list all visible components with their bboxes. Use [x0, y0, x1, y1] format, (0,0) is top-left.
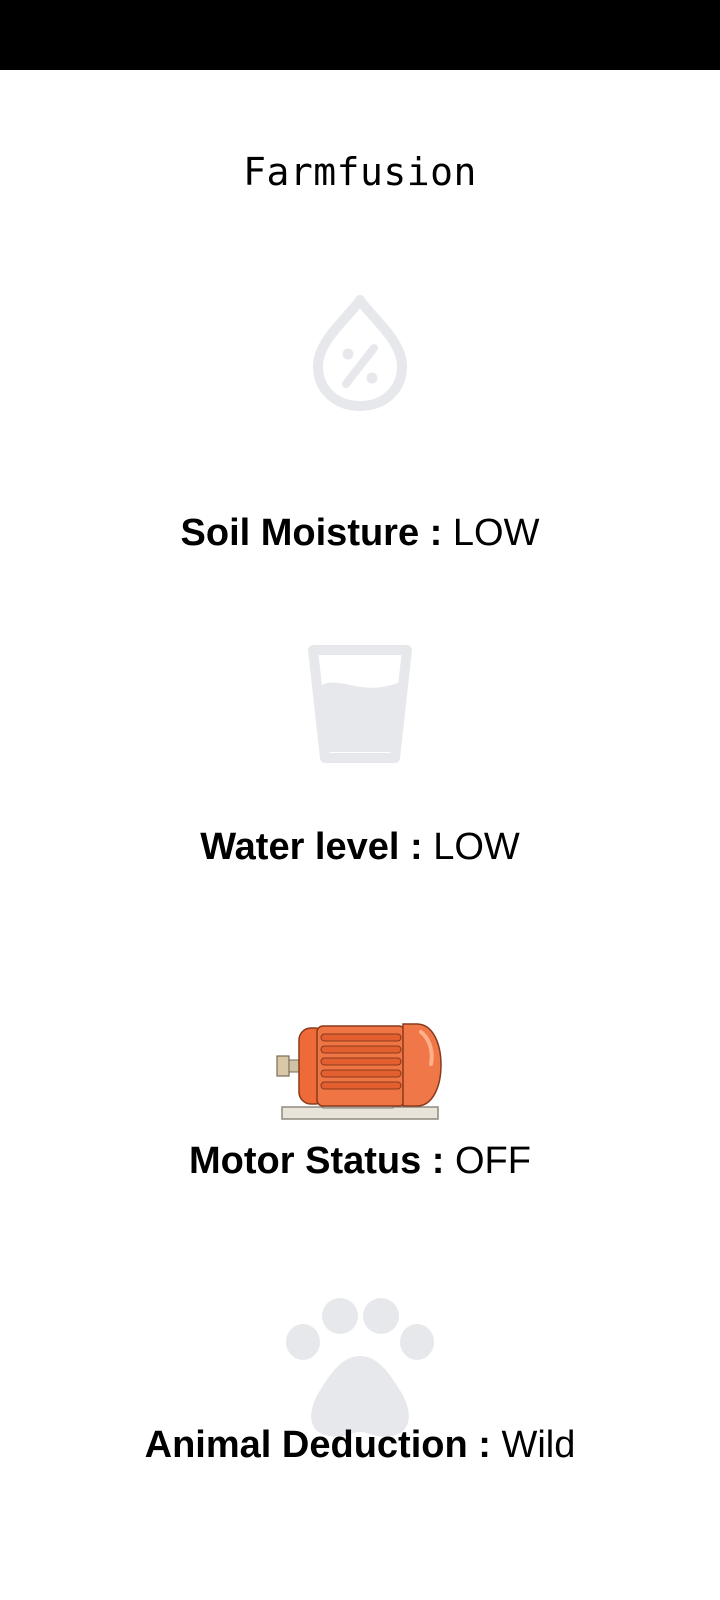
- humidity-drop-icon: [313, 295, 407, 411]
- water-level-label: Water level :: [200, 826, 434, 868]
- paw-icon: [286, 1298, 434, 1437]
- animal-detection-row: Animal Deduction : Wild: [0, 1424, 720, 1467]
- soil-moisture-label: Soil Moisture :: [180, 512, 453, 554]
- motor-status-value: OFF: [455, 1140, 531, 1182]
- app-title: Farmfusion: [243, 150, 477, 194]
- animal-card-icon: [0, 1298, 720, 1440]
- motor-card-icon: [0, 1020, 720, 1124]
- motor-status-label: Motor Status :: [189, 1140, 455, 1182]
- water-level-card-icon: [0, 640, 720, 766]
- status-bar: [0, 0, 720, 70]
- soil-moisture-row: Soil Moisture : LOW: [0, 512, 720, 555]
- water-level-value: LOW: [433, 826, 520, 868]
- animal-detection-value: Wild: [501, 1424, 576, 1466]
- water-level-row: Water level : LOW: [0, 826, 720, 869]
- electric-motor-icon: [276, 1023, 442, 1120]
- soil-moisture-value: LOW: [452, 512, 540, 554]
- water-glass-icon: [308, 645, 412, 763]
- motor-status-row: Motor Status : OFF: [0, 1140, 720, 1183]
- soil-moisture-card-icon: [0, 292, 720, 414]
- animal-detection-label: Animal Deduction :: [144, 1424, 502, 1466]
